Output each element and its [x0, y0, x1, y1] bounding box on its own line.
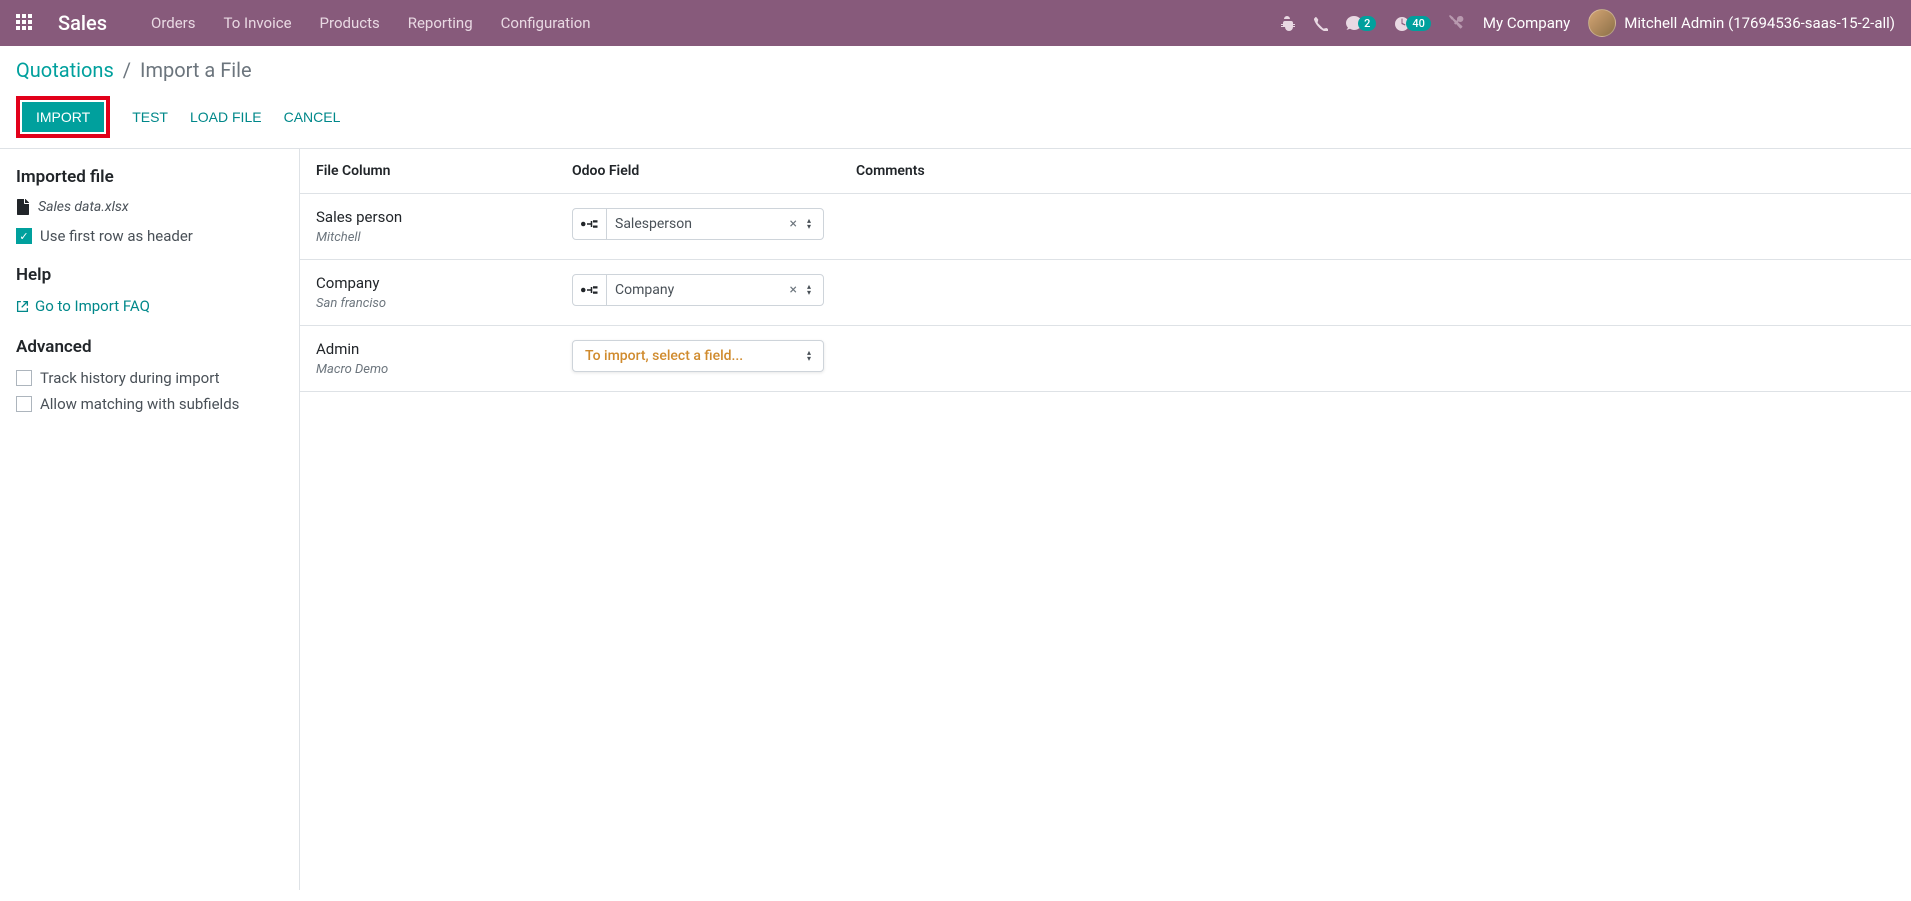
- column-name: Company: [316, 274, 572, 292]
- use-first-row-label: Use first row as header: [40, 227, 193, 245]
- checkbox-checked-icon: ✓: [16, 228, 32, 244]
- breadcrumb-parent[interactable]: Quotations: [16, 58, 114, 82]
- load-file-button[interactable]: LOAD FILE: [190, 109, 262, 125]
- nav-to-invoice[interactable]: To Invoice: [224, 14, 292, 32]
- import-faq-link[interactable]: Go to Import FAQ: [16, 297, 150, 315]
- nav-products[interactable]: Products: [320, 14, 380, 32]
- action-bar: IMPORT TEST LOAD FILE CANCEL: [16, 96, 1895, 138]
- relation-icon: [573, 209, 607, 239]
- help-heading: Help: [16, 265, 283, 285]
- checkbox-unchecked-icon: [16, 370, 32, 386]
- nav-menu: Orders To Invoice Products Reporting Con…: [151, 14, 591, 32]
- relation-icon: [573, 275, 607, 305]
- top-navbar: Sales Orders To Invoice Products Reporti…: [0, 0, 1911, 46]
- advanced-section: Advanced Track history during import All…: [16, 337, 283, 413]
- file-row: Sales data.xlsx: [16, 199, 283, 215]
- column-sample: San franciso: [316, 296, 572, 311]
- track-history-label: Track history during import: [40, 369, 220, 387]
- phone-icon[interactable]: [1313, 16, 1328, 31]
- nav-reporting[interactable]: Reporting: [408, 14, 473, 32]
- column-sample: Mitchell: [316, 230, 572, 245]
- breadcrumb-separator: /: [123, 58, 131, 82]
- bug-icon[interactable]: [1279, 15, 1295, 31]
- file-column-cell: Sales person Mitchell: [316, 208, 572, 245]
- column-sample: Macro Demo: [316, 362, 572, 377]
- import-button[interactable]: IMPORT: [22, 102, 104, 132]
- column-name: Sales person: [316, 208, 572, 226]
- app-name[interactable]: Sales: [58, 11, 107, 35]
- sidebar: Imported file Sales data.xlsx ✓ Use firs…: [0, 149, 300, 890]
- header-comments: Comments: [856, 163, 1895, 179]
- test-button[interactable]: TEST: [132, 109, 168, 125]
- imported-file-heading: Imported file: [16, 167, 283, 187]
- header-odoo-field: Odoo Field: [572, 163, 856, 179]
- header-file-column: File Column: [316, 163, 572, 179]
- user-name: Mitchell Admin (17694536-saas-15-2-all): [1624, 14, 1895, 32]
- spinner-icon[interactable]: ▴▾: [801, 218, 823, 230]
- company-switcher[interactable]: My Company: [1483, 14, 1570, 32]
- help-section: Help Go to Import FAQ: [16, 265, 283, 317]
- file-name[interactable]: Sales data.xlsx: [38, 199, 129, 215]
- navbar-left: Sales Orders To Invoice Products Reporti…: [16, 11, 591, 35]
- navbar-right: 2 40 My Company Mitchell Admin (17694536…: [1279, 9, 1895, 37]
- external-link-icon: [16, 300, 29, 313]
- allow-subfields-label: Allow matching with subfields: [40, 395, 239, 413]
- spinner-icon[interactable]: ▴▾: [801, 350, 823, 362]
- spinner-icon[interactable]: ▴▾: [801, 284, 823, 296]
- table-row: Company San franciso Company × ▴▾: [300, 260, 1911, 326]
- allow-subfields-checkbox[interactable]: Allow matching with subfields: [16, 395, 283, 413]
- file-icon: [16, 199, 30, 215]
- nav-orders[interactable]: Orders: [151, 14, 196, 32]
- breadcrumb-current: Import a File: [140, 58, 252, 82]
- messages-badge: 2: [1358, 16, 1376, 31]
- body: Imported file Sales data.xlsx ✓ Use firs…: [0, 149, 1911, 890]
- import-highlight: IMPORT: [16, 96, 110, 138]
- activities-badge: 40: [1406, 16, 1431, 31]
- apps-menu-icon[interactable]: [16, 14, 34, 32]
- column-name: Admin: [316, 340, 572, 358]
- clear-field-icon[interactable]: ×: [786, 216, 801, 232]
- faq-link-label: Go to Import FAQ: [35, 297, 150, 315]
- user-menu[interactable]: Mitchell Admin (17694536-saas-15-2-all): [1588, 9, 1895, 37]
- field-value: Salesperson: [607, 216, 786, 232]
- field-select[interactable]: Company × ▴▾: [572, 274, 824, 306]
- checkbox-unchecked-icon: [16, 396, 32, 412]
- cancel-button[interactable]: CANCEL: [284, 109, 341, 125]
- odoo-field-cell: To import, select a field... ▴▾: [572, 340, 856, 372]
- messages-icon[interactable]: 2: [1346, 15, 1376, 31]
- field-select-placeholder[interactable]: To import, select a field... ▴▾: [572, 340, 824, 372]
- avatar: [1588, 9, 1616, 37]
- tools-icon[interactable]: [1449, 15, 1465, 31]
- breadcrumb: Quotations / Import a File: [16, 58, 1895, 82]
- activities-icon[interactable]: 40: [1394, 15, 1431, 31]
- main: File Column Odoo Field Comments Sales pe…: [300, 149, 1911, 890]
- table-header: File Column Odoo Field Comments: [300, 149, 1911, 194]
- table-row: Sales person Mitchell Salesperson × ▴▾: [300, 194, 1911, 260]
- odoo-field-cell: Salesperson × ▴▾: [572, 208, 856, 240]
- use-first-row-checkbox[interactable]: ✓ Use first row as header: [16, 227, 283, 245]
- track-history-checkbox[interactable]: Track history during import: [16, 369, 283, 387]
- odoo-field-cell: Company × ▴▾: [572, 274, 856, 306]
- file-column-cell: Company San franciso: [316, 274, 572, 311]
- subheader: Quotations / Import a File IMPORT TEST L…: [0, 46, 1911, 138]
- table-row: Admin Macro Demo To import, select a fie…: [300, 326, 1911, 392]
- field-select[interactable]: Salesperson × ▴▾: [572, 208, 824, 240]
- file-column-cell: Admin Macro Demo: [316, 340, 572, 377]
- field-placeholder: To import, select a field...: [573, 348, 801, 364]
- field-value: Company: [607, 282, 786, 298]
- advanced-heading: Advanced: [16, 337, 283, 357]
- clear-field-icon[interactable]: ×: [786, 282, 801, 298]
- nav-configuration[interactable]: Configuration: [501, 14, 591, 32]
